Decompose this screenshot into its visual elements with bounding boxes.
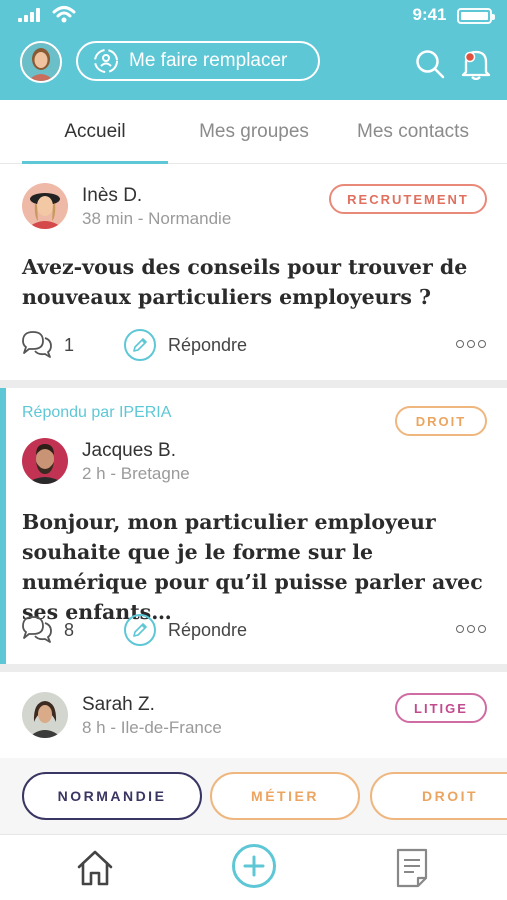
post-meta: 8 h - Ile-de-France bbox=[82, 718, 222, 737]
more-options-icon[interactable] bbox=[456, 625, 486, 633]
replace-me-button[interactable]: Me faire remplacer bbox=[76, 41, 320, 81]
author-avatar[interactable] bbox=[22, 183, 68, 229]
post-card[interactable]: Répondu par IPERIA Jacques B. 2 h - Bret… bbox=[0, 388, 507, 664]
author-avatar[interactable] bbox=[22, 692, 68, 738]
filter-chip-normandie[interactable]: NORMANDIE bbox=[22, 772, 202, 820]
author-avatar[interactable] bbox=[22, 438, 68, 484]
app-header: 9:41 Me faire remplacer bbox=[0, 0, 507, 100]
post-question[interactable]: Bonjour, mon particulier employeur souha… bbox=[22, 507, 492, 627]
tab-mes-contacts[interactable]: Mes contacts bbox=[340, 100, 486, 164]
status-bar: 9:41 bbox=[0, 0, 507, 30]
home-icon[interactable] bbox=[74, 847, 116, 889]
search-icon[interactable] bbox=[415, 49, 445, 79]
answered-by-label: Répondu par IPERIA bbox=[22, 404, 172, 421]
post-actions: 8 Répondre bbox=[0, 611, 507, 651]
tab-accueil[interactable]: Accueil bbox=[22, 100, 168, 164]
post-divider bbox=[0, 380, 507, 388]
comments-icon[interactable] bbox=[20, 613, 54, 647]
reply-button[interactable]: Répondre bbox=[168, 335, 247, 356]
tab-mes-groupes[interactable]: Mes groupes bbox=[180, 100, 328, 164]
bottom-nav bbox=[0, 834, 507, 900]
post-actions: 1 Répondre bbox=[0, 326, 507, 366]
author-name: Jacques B. bbox=[82, 440, 176, 461]
status-time: 9:41 bbox=[412, 5, 447, 24]
post-meta: 38 min - Normandie bbox=[82, 209, 232, 228]
document-icon[interactable] bbox=[394, 847, 430, 889]
add-post-icon[interactable] bbox=[232, 844, 276, 888]
post-question[interactable]: Avez-vous des conseils pour trouver de n… bbox=[22, 252, 492, 312]
post-meta: 2 h - Bretagne bbox=[82, 464, 190, 483]
user-avatar[interactable] bbox=[20, 41, 62, 83]
more-options-icon[interactable] bbox=[456, 340, 486, 348]
replace-me-label: Me faire remplacer bbox=[129, 50, 288, 71]
filter-chip-droit[interactable]: DROIT bbox=[370, 772, 507, 820]
notification-bell-icon[interactable] bbox=[460, 46, 492, 80]
category-badge: LITIGE bbox=[395, 693, 487, 723]
author-name: Inès D. bbox=[82, 185, 143, 206]
author-name: Sarah Z. bbox=[82, 694, 155, 715]
comment-count: 8 bbox=[64, 620, 75, 640]
tab-active-indicator bbox=[22, 161, 168, 164]
category-badge: DROIT bbox=[395, 406, 487, 436]
replace-person-icon bbox=[93, 48, 119, 74]
post-card[interactable]: Sarah Z. 8 h - Ile-de-France LITIGE bbox=[0, 672, 507, 758]
reply-button[interactable]: Répondre bbox=[168, 620, 247, 641]
post-divider bbox=[0, 664, 507, 672]
comment-count: 1 bbox=[64, 335, 75, 355]
reply-pencil-icon[interactable] bbox=[124, 614, 156, 646]
tab-bar: Accueil Mes groupes Mes contacts bbox=[0, 100, 507, 164]
reply-pencil-icon[interactable] bbox=[124, 329, 156, 361]
category-badge: RECRUTEMENT bbox=[329, 184, 487, 214]
filter-bar: NORMANDIE MÉTIER DROIT bbox=[0, 758, 507, 834]
post-card[interactable]: Inès D. 38 min - Normandie RECRUTEMENT A… bbox=[0, 165, 507, 380]
filter-chip-metier[interactable]: MÉTIER bbox=[210, 772, 360, 820]
battery-icon bbox=[457, 8, 495, 24]
comments-icon[interactable] bbox=[20, 328, 54, 362]
